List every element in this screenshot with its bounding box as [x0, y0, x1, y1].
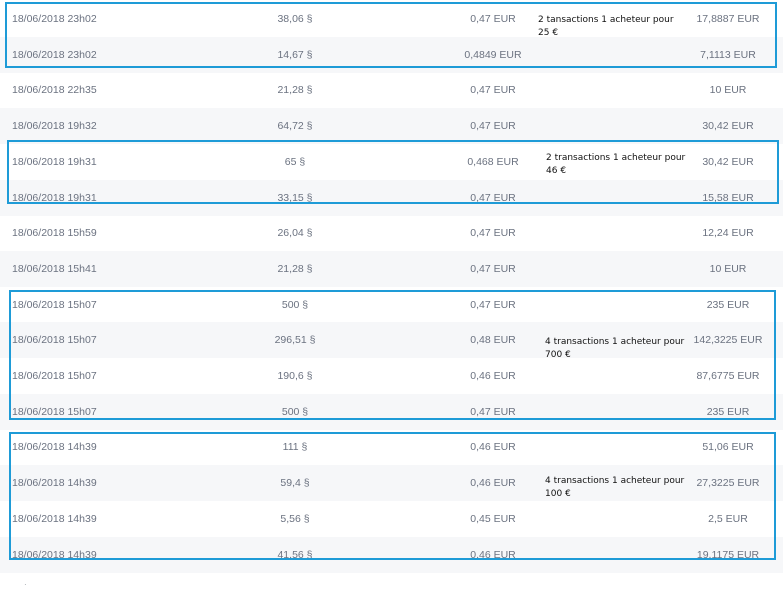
table-row: 18/06/2018 14h39 5,56 § 0,45 EUR 2,5 EUR — [0, 501, 783, 537]
cell-total: 235 EUR — [706, 298, 750, 311]
stray-mark: · — [24, 580, 27, 589]
group-note-4-line1: 4 transactions 1 acheteur pour — [545, 476, 685, 486]
cell-total: 87,6775 EUR — [696, 370, 760, 382]
group-note-2-line1: 2 transactions 1 acheteur pour — [546, 153, 686, 163]
cell-total: 19,1175 EUR — [696, 548, 760, 561]
group-note-3-line1: 4 transactions 1 acheteur pour — [545, 337, 685, 347]
cell-total: 51,06 EUR — [702, 441, 754, 454]
group-note-2: 2 transactions 1 acheteur pour 46 € — [546, 152, 685, 178]
table-row: 18/06/2018 15h41 21,28 § 0,47 EUR 10 EUR — [0, 250, 783, 287]
cell-total: 30,42 EUR — [702, 120, 754, 133]
table-row: 18/06/2018 15h07 500 § 0,47 EUR 235 EUR — [0, 393, 783, 430]
cell-total: 2,5 EUR — [708, 512, 748, 525]
table-row: 18/06/2018 14h39 41,56 § 0,46 EUR 19,1175 E… — [0, 536, 783, 573]
cell-total: 15,58 EUR — [702, 191, 754, 204]
table-row: 18/06/2018 14h39 111 § 0,46 EUR 51,06 EUR — [0, 429, 783, 465]
cell-total: 7,1113 EUR — [700, 48, 756, 61]
group-note-1-line1: 2 tansactions 1 acheteur pour — [538, 15, 674, 25]
table-row: 18/06/2018 22h35 21,28 § 0,47 EUR 10 EUR — [0, 72, 783, 108]
table-row: 18/06/2018 15h07 190,6 § 0,46 EUR 87,6775 E… — [0, 358, 783, 394]
table-row: 18/06/2018 19h32 64,72 § 0,47 EUR 30,42 EUR — [0, 108, 783, 145]
group-note-2-line2: 46 € — [546, 166, 567, 176]
group-note-4-line2: 100 € — [545, 489, 571, 499]
group-note-1: 2 tansactions 1 acheteur pour 25 € — [538, 14, 674, 40]
group-note-1-line2: 25 € — [538, 28, 559, 38]
cell-total: 12,24 EUR — [702, 227, 754, 240]
cell-total: 235 EUR — [706, 405, 750, 418]
group-note-3-line2: 700 € — [545, 350, 571, 360]
cell-total: 10 EUR — [709, 262, 747, 275]
table-row: 18/06/2018 23h02 14,67 § 0,4849 EUR 7,1113 … — [0, 36, 783, 73]
table-row: 18/06/2018 15h07 500 § 0,47 EUR 235 EUR — [0, 287, 783, 323]
table-row: 18/06/2018 15h59 26,04 § 0,47 EUR 12,24 EUR — [0, 215, 783, 251]
group-note-3: 4 transactions 1 acheteur pour 700 € — [545, 336, 684, 362]
cell-total: 10 EUR — [709, 84, 747, 97]
table-row: 18/06/2018 19h31 33,15 § 0,47 EUR 15,58 EUR — [0, 179, 783, 216]
group-note-4: 4 transactions 1 acheteur pour 100 € — [545, 475, 684, 501]
